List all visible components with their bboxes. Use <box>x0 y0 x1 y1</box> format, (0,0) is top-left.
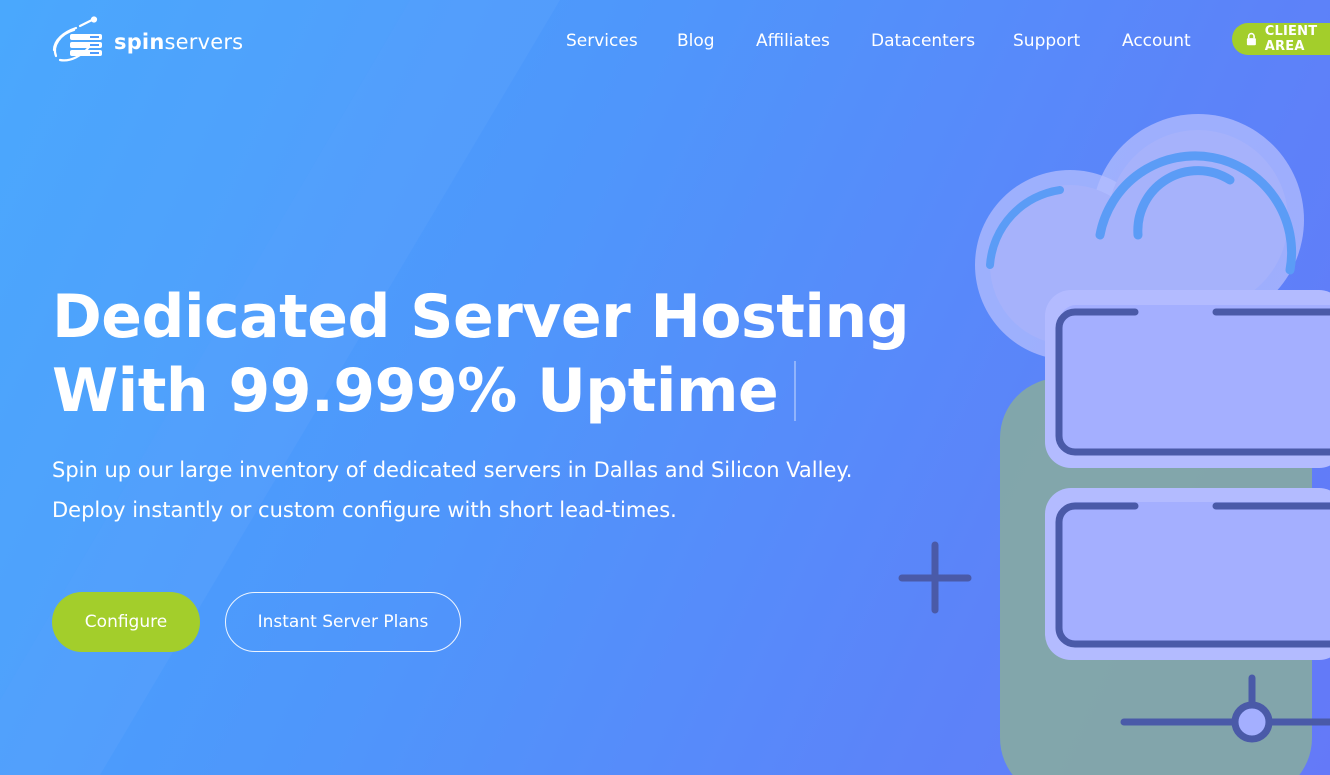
hero-subtitle-line2: Deploy instantly or custom configure wit… <box>52 498 677 522</box>
site-header: spinservers Services Blog Affiliates Dat… <box>0 0 1330 80</box>
hero-subtitle-line1: Spin up our large inventory of dedicated… <box>52 458 853 482</box>
typing-caret <box>794 361 797 421</box>
configure-button[interactable]: Configure <box>52 592 200 652</box>
nav-datacenters[interactable]: Datacenters <box>871 31 1013 51</box>
server-unit-1 <box>1045 290 1330 468</box>
hero-title-line1: Dedicated Server Hosting <box>52 282 910 352</box>
hero-subtitle: Spin up our large inventory of dedicated… <box>52 450 872 530</box>
instant-server-plans-label: Instant Server Plans <box>257 612 429 632</box>
nav-blog[interactable]: Blog <box>677 31 756 51</box>
main-nav: Services Blog Affiliates Datacenters Sup… <box>566 28 1192 54</box>
nav-account[interactable]: Account <box>1122 31 1192 51</box>
brand-logo[interactable]: spinservers <box>50 16 250 66</box>
instant-server-plans-button[interactable]: Instant Server Plans <box>225 592 461 652</box>
brand-name: spinservers <box>114 30 244 54</box>
server-unit-2 <box>1045 488 1330 660</box>
hero-title: Dedicated Server Hosting With 99.999% Up… <box>52 280 912 428</box>
configure-button-label: Configure <box>84 612 168 632</box>
lock-icon <box>1246 32 1256 46</box>
hero-title-line2: With 99.999% Uptime <box>52 356 779 426</box>
spinservers-logo-icon <box>52 16 102 62</box>
nav-services[interactable]: Services <box>566 31 677 51</box>
client-area-label: CLIENT AREA <box>1264 24 1318 54</box>
plus-icon <box>898 541 972 614</box>
client-area-button[interactable]: CLIENT AREA <box>1232 23 1330 55</box>
nav-support[interactable]: Support <box>1013 31 1122 51</box>
nav-affiliates[interactable]: Affiliates <box>756 31 871 51</box>
cloud-server-illustration <box>898 114 1330 775</box>
